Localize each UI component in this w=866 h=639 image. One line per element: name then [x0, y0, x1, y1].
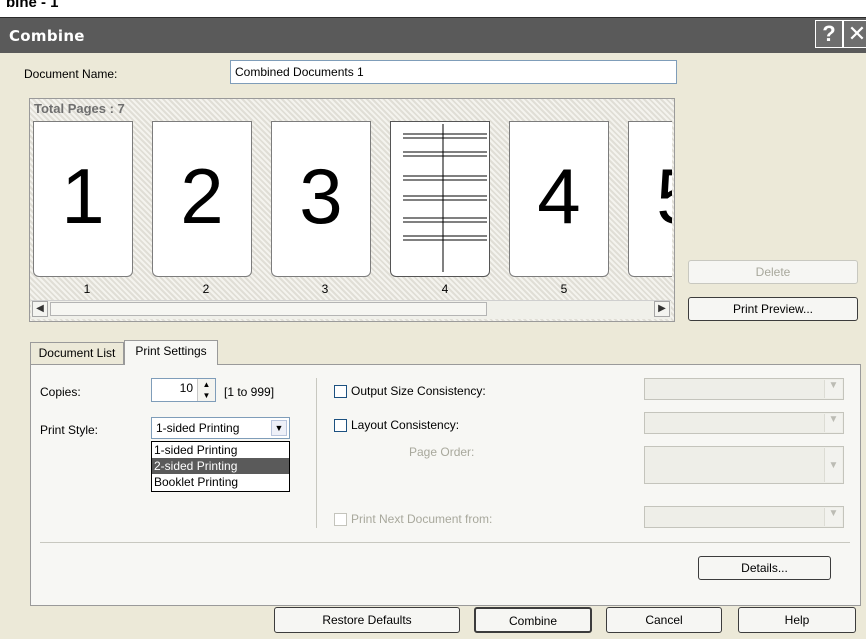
- document-name-label: Document Name:: [24, 67, 118, 81]
- divider-sheet-icon: [403, 124, 487, 272]
- spin-up-icon[interactable]: ▲: [198, 379, 215, 390]
- page-order-select[interactable]: ▼: [644, 446, 844, 484]
- spin-down-icon[interactable]: ▼: [198, 390, 215, 401]
- combine-button[interactable]: Combine: [474, 607, 592, 633]
- print-next-document-checkbox[interactable]: [334, 513, 347, 526]
- layout-consistency-checkbox[interactable]: [334, 419, 347, 432]
- copies-label: Copies:: [40, 385, 81, 399]
- page-thumbnail[interactable]: 1: [33, 121, 133, 277]
- page-thumbnail-number: 4: [537, 152, 581, 240]
- page-thumbnail-partial[interactable]: 5: [628, 121, 672, 277]
- page-number-label: 2: [202, 282, 210, 296]
- restore-defaults-button[interactable]: Restore Defaults: [274, 607, 460, 633]
- page-thumbnail-number: 1: [61, 152, 105, 240]
- page-number-label: 1: [83, 282, 91, 296]
- chevron-down-icon[interactable]: ▼: [271, 420, 287, 436]
- copies-range-label: [1 to 999]: [224, 385, 275, 399]
- help-button[interactable]: Help: [738, 607, 856, 633]
- delete-button[interactable]: Delete: [688, 260, 858, 284]
- page-thumbnail-divider-sheet[interactable]: [390, 121, 490, 277]
- print-style-label: Print Style:: [40, 423, 99, 437]
- title-bar: [0, 17, 866, 53]
- page-thumbnail[interactable]: 2: [152, 121, 252, 277]
- group-divider: [316, 378, 317, 528]
- chevron-down-icon: ▼: [824, 380, 842, 398]
- page-number-label: 5: [560, 282, 568, 296]
- page-order-label: Page Order:: [409, 445, 475, 459]
- print-next-document-select[interactable]: ▼: [644, 506, 844, 528]
- layout-consistency-label: Layout Consistency:: [351, 418, 460, 432]
- page-number-label: 3: [321, 282, 329, 296]
- chevron-down-icon: ▼: [824, 508, 842, 526]
- page-thumbnail[interactable]: 3: [271, 121, 371, 277]
- tab-print-settings[interactable]: Print Settings: [124, 340, 218, 365]
- page-number-label: 4: [441, 282, 449, 296]
- page-thumbnail[interactable]: 4: [509, 121, 609, 277]
- page-thumbnail-number: 3: [299, 152, 343, 240]
- print-preview-button[interactable]: Print Preview...: [688, 297, 858, 321]
- chevron-down-icon: ▼: [824, 448, 842, 482]
- print-style-selected: 1-sided Printing: [156, 421, 240, 435]
- dialog-title: Combine: [9, 27, 85, 45]
- output-size-consistency-label: Output Size Consistency:: [351, 384, 486, 398]
- dropdown-option[interactable]: Booklet Printing: [152, 474, 289, 490]
- background-window-title: bine - 1: [6, 0, 59, 11]
- cancel-button[interactable]: Cancel: [606, 607, 722, 633]
- layout-select[interactable]: ▼: [644, 412, 844, 434]
- page-thumbnail-number: 2: [180, 152, 224, 240]
- copies-spin-buttons[interactable]: ▲ ▼: [197, 379, 215, 401]
- total-pages-label: Total Pages : 7: [34, 101, 125, 116]
- dropdown-option[interactable]: 1-sided Printing: [152, 442, 289, 458]
- scroll-left-icon[interactable]: ◀: [32, 301, 48, 317]
- scrollbar-thumb[interactable]: [50, 302, 487, 316]
- output-size-select[interactable]: ▼: [644, 378, 844, 400]
- document-name-input[interactable]: [230, 60, 677, 84]
- print-next-document-label: Print Next Document from:: [351, 512, 493, 526]
- print-style-select[interactable]: 1-sided Printing ▼: [151, 417, 290, 439]
- page-thumbnail-number: 5: [629, 156, 672, 236]
- scroll-right-icon[interactable]: ▶: [654, 301, 670, 317]
- chevron-down-icon: ▼: [824, 414, 842, 432]
- panel-separator: [40, 542, 850, 543]
- print-style-dropdown-list: 1-sided Printing 2-sided Printing Bookle…: [151, 441, 290, 492]
- close-icon[interactable]: ✕: [843, 20, 866, 48]
- output-size-consistency-checkbox[interactable]: [334, 385, 347, 398]
- details-button[interactable]: Details...: [698, 556, 831, 580]
- tab-document-list[interactable]: Document List: [30, 342, 124, 364]
- help-icon[interactable]: ?: [815, 20, 843, 48]
- dropdown-option-highlighted[interactable]: 2-sided Printing: [152, 458, 289, 474]
